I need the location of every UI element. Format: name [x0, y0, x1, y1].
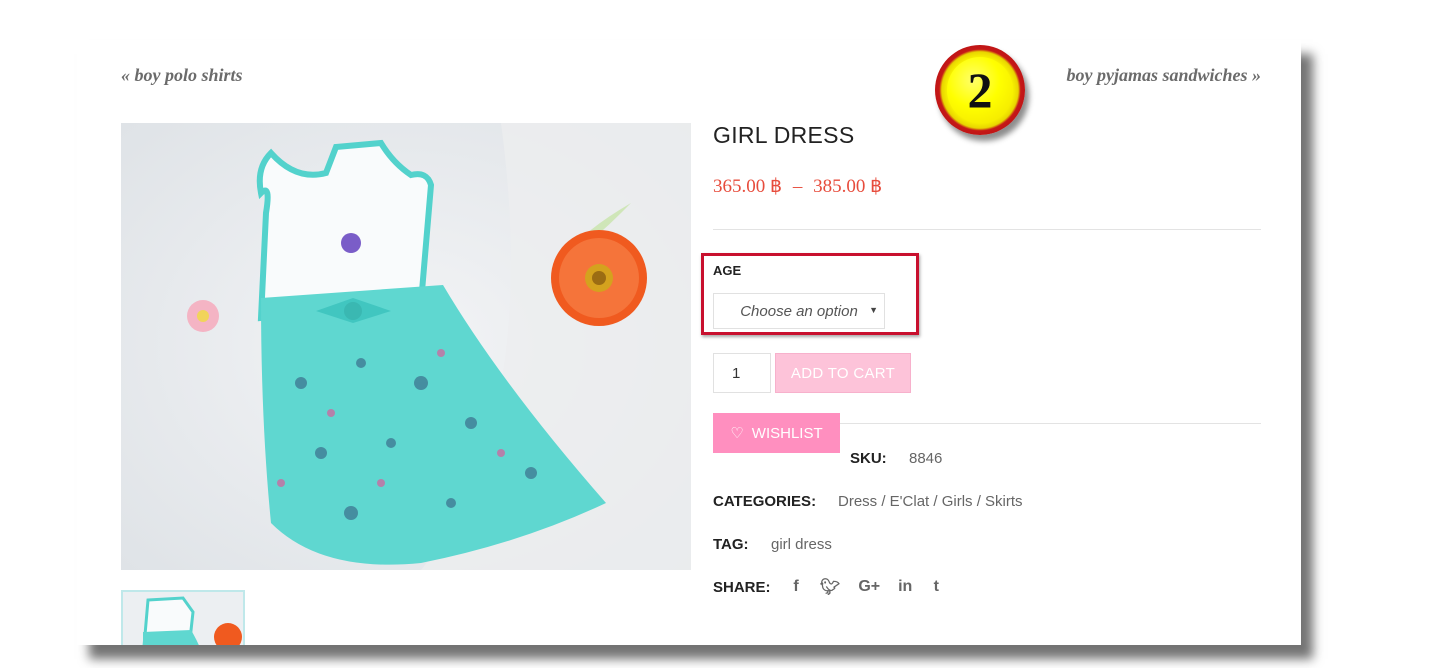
share-label: SHARE:: [713, 579, 771, 596]
product-main-image[interactable]: [121, 123, 691, 570]
share-icons: f 🐦︎ G+ in t: [790, 577, 942, 597]
age-select[interactable]: Choose an option ▼: [713, 293, 885, 329]
tag-link[interactable]: girl dress: [771, 536, 832, 553]
wishlist-label: WISHLIST: [751, 424, 823, 442]
girl-dress-photo: [121, 123, 691, 570]
price-min: 365.00 ฿: [713, 176, 783, 197]
product-page: « boy polo shirts boy pyjamas sandwiches…: [77, 40, 1301, 645]
price-max: 385.00 ฿: [813, 176, 883, 197]
product-title: GIRL DRESS: [713, 122, 855, 148]
variation-label-age: AGE: [713, 263, 742, 278]
linkedin-icon[interactable]: in: [898, 578, 912, 596]
facebook-icon[interactable]: f: [790, 578, 802, 596]
tag-label: TAG:: [713, 536, 749, 553]
previous-product-link[interactable]: « boy polo shirts: [121, 65, 243, 86]
google-plus-icon[interactable]: G+: [858, 578, 880, 596]
next-product-link[interactable]: boy pyjamas sandwiches »: [1066, 65, 1261, 86]
tumblr-icon[interactable]: t: [930, 578, 942, 596]
product-price-range: 365.00 ฿ – 385.00 ฿: [713, 175, 882, 198]
wishlist-button[interactable]: ♡ WISHLIST: [713, 413, 840, 453]
age-select-value: Choose an option: [740, 302, 858, 320]
orange-flower: [551, 230, 647, 326]
thumbnail-photo: [123, 592, 243, 645]
small-pink-flower: [187, 300, 219, 332]
heart-icon: ♡: [730, 425, 744, 442]
quantity-input[interactable]: 1: [713, 353, 771, 393]
categories-links[interactable]: Dress / E'Clat / Girls / Skirts: [838, 493, 1023, 510]
sku-value: 8846: [909, 450, 943, 467]
categories-label: CATEGORIES:: [713, 493, 817, 510]
price-separator: –: [792, 176, 803, 197]
sku-label: SKU:: [850, 450, 887, 467]
annotation-badge-number: 2: [947, 57, 1013, 123]
annotation-badge: 2: [935, 45, 1025, 135]
divider: [713, 229, 1261, 230]
add-to-cart-button[interactable]: ADD TO CART: [775, 353, 911, 393]
chevron-down-icon: ▼: [869, 305, 878, 315]
product-thumbnail[interactable]: [121, 590, 245, 645]
twitter-icon[interactable]: 🐦︎: [820, 577, 840, 597]
